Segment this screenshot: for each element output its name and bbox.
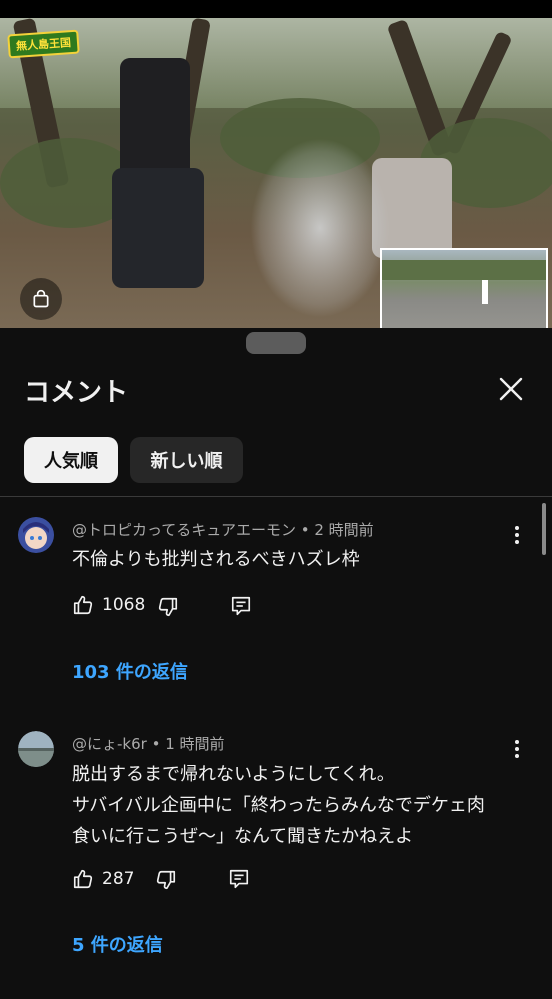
comment-text-line: 脱出するまで帰れないようにしてくれ。 — [72, 764, 395, 785]
sheet-divider — [0, 496, 552, 497]
pip-scene-person — [482, 280, 488, 304]
sort-chip-top[interactable]: 人気順 — [24, 437, 118, 483]
comment-timestamp: 2 時間前 — [314, 521, 374, 539]
video-scene-smoke — [250, 138, 390, 318]
comment-text-line: サバイバル企画中に「終わったらみんなでデケェ肉 — [72, 795, 485, 816]
like-button[interactable]: 287 — [72, 868, 134, 890]
reply-button[interactable] — [228, 868, 250, 890]
scrollbar[interactable] — [542, 503, 546, 555]
comments-title: コメント — [24, 378, 129, 408]
like-count: 287 — [102, 869, 135, 889]
comment-author-name: @にょ-k6r — [72, 735, 147, 753]
comment-text: 不倫よりも批判されるべきハズレ枠 — [72, 544, 360, 575]
sheet-drag-handle[interactable] — [246, 332, 306, 354]
reply-button[interactable] — [230, 595, 252, 617]
view-replies-link[interactable]: 103 件の返信 — [72, 658, 188, 684]
avatar[interactable] — [18, 731, 54, 767]
like-count: 1068 — [102, 595, 146, 615]
comment-text-line: 不倫よりも批判されるべきハズレ枠 — [72, 549, 360, 570]
more-vertical-icon — [505, 523, 529, 547]
thumbs-up-icon — [72, 594, 94, 616]
dislike-button[interactable] — [155, 869, 177, 891]
channel-logo: 無人島王国 — [7, 29, 80, 59]
video-player[interactable]: 無人島王国 — [0, 18, 552, 328]
view-replies-link[interactable]: 5 件の返信 — [72, 931, 163, 957]
shopping-button[interactable] — [20, 278, 62, 320]
pip-video-preview[interactable] — [380, 248, 548, 328]
close-button[interactable] — [494, 372, 528, 406]
comment-author[interactable]: @トロピカってるキュアエーモン • 2 時間前 — [72, 519, 374, 540]
comment-more-button[interactable] — [505, 737, 529, 761]
sort-chip-newest[interactable]: 新しい順 — [130, 437, 243, 483]
comment-author-name: @トロピカってるキュアエーモン — [72, 521, 296, 539]
comment-timestamp: 1 時間前 — [165, 735, 225, 753]
close-icon — [494, 372, 528, 406]
thumbs-up-icon — [72, 868, 94, 890]
comment-text: 脱出するまで帰れないようにしてくれ。 サバイバル企画中に「終わったらみんなでデケ… — [72, 759, 485, 852]
avatar[interactable] — [18, 517, 54, 553]
thumbs-down-icon — [155, 869, 177, 891]
comment-meta-separator: • — [295, 521, 315, 539]
status-bar — [0, 0, 552, 18]
comment-text-line: 食いに行こうぜ〜」なんて聞きたかねえよ — [72, 826, 414, 847]
comment-meta-separator: • — [146, 735, 166, 753]
comment-more-button[interactable] — [505, 523, 529, 547]
thumbs-down-icon — [157, 596, 179, 618]
dislike-button[interactable] — [157, 596, 179, 618]
comment-author[interactable]: @にょ-k6r • 1 時間前 — [72, 733, 225, 754]
more-vertical-icon — [505, 737, 529, 761]
reply-comment-icon — [228, 868, 250, 890]
reply-comment-icon — [230, 595, 252, 617]
shopping-bag-icon — [31, 289, 51, 309]
pip-scene-vegetation — [382, 260, 546, 280]
like-button[interactable]: 1068 — [72, 594, 145, 616]
video-scene-person — [112, 168, 204, 288]
